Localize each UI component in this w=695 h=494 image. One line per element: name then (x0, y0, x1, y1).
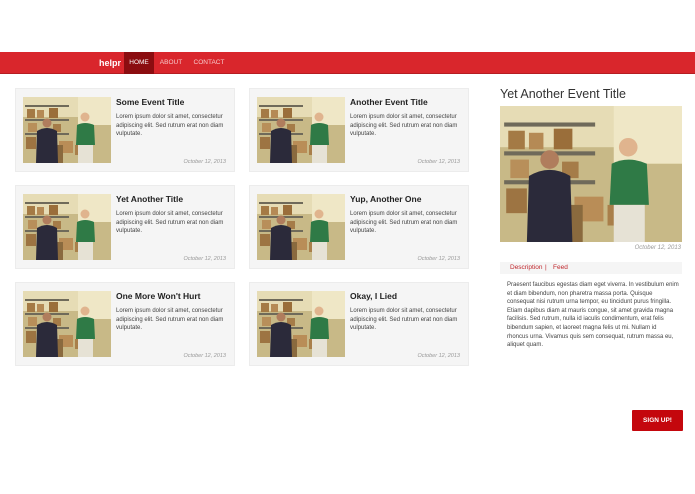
event-title[interactable]: One More Won't Hurt (116, 291, 232, 301)
event-card[interactable]: Yup, Another One Lorem ipsum dolor sit a… (249, 185, 469, 269)
event-thumbnail[interactable] (23, 291, 111, 357)
tab-description[interactable]: Description (510, 262, 543, 274)
event-date: October 12, 2013 (183, 256, 226, 262)
event-card[interactable]: Yet Another Title Lorem ipsum dolor sit … (15, 185, 235, 269)
event-date: October 12, 2013 (183, 353, 226, 359)
featured-event-tabs: Description | Feed (500, 262, 682, 274)
event-description: Lorem ipsum dolor sit amet, consectetur … (116, 211, 224, 234)
event-title[interactable]: Another Event Title (350, 97, 466, 107)
event-date: October 12, 2013 (417, 159, 460, 165)
event-thumbnail[interactable] (257, 194, 345, 260)
sign-up-button[interactable]: SIGN UP! (632, 410, 683, 431)
event-card[interactable]: Some Event Title Lorem ipsum dolor sit a… (15, 88, 235, 172)
event-card[interactable]: Okay, I Lied Lorem ipsum dolor sit amet,… (249, 282, 469, 366)
event-thumbnail[interactable] (257, 97, 345, 163)
featured-event-title: Yet Another Event Title (500, 87, 627, 101)
event-thumbnail[interactable] (23, 97, 111, 163)
event-title[interactable]: Yet Another Title (116, 194, 232, 204)
featured-event-photo (500, 106, 682, 242)
top-navbar: helpr HOME ABOUT CONTACT (0, 52, 695, 74)
nav-item-contact[interactable]: CONTACT (190, 52, 228, 74)
event-date: October 12, 2013 (417, 256, 460, 262)
tab-feed[interactable]: Feed (553, 262, 568, 274)
event-description: Lorem ipsum dolor sit amet, consectetur … (350, 114, 458, 137)
event-thumbnail[interactable] (257, 291, 345, 357)
event-card[interactable]: Another Event Title Lorem ipsum dolor si… (249, 88, 469, 172)
tab-separator: | (545, 264, 547, 271)
event-date: October 12, 2013 (183, 159, 226, 165)
event-date: October 12, 2013 (417, 353, 460, 359)
nav-item-home[interactable]: HOME (124, 52, 154, 74)
featured-event-date: October 12, 2013 (634, 245, 681, 251)
event-title[interactable]: Yup, Another One (350, 194, 466, 204)
event-title[interactable]: Okay, I Lied (350, 291, 466, 301)
event-thumbnail[interactable] (23, 194, 111, 260)
featured-event-description: Praesent faucibus egestas diam eget vive… (507, 282, 679, 349)
event-description: Lorem ipsum dolor sit amet, consectetur … (350, 308, 458, 331)
brand-logo[interactable]: helpr (99, 52, 121, 74)
event-description: Lorem ipsum dolor sit amet, consectetur … (350, 211, 458, 234)
event-description: Lorem ipsum dolor sit amet, consectetur … (116, 114, 224, 137)
event-description: Lorem ipsum dolor sit amet, consectetur … (116, 308, 224, 331)
nav-item-about[interactable]: ABOUT (156, 52, 186, 74)
event-title[interactable]: Some Event Title (116, 97, 232, 107)
event-card[interactable]: One More Won't Hurt Lorem ipsum dolor si… (15, 282, 235, 366)
